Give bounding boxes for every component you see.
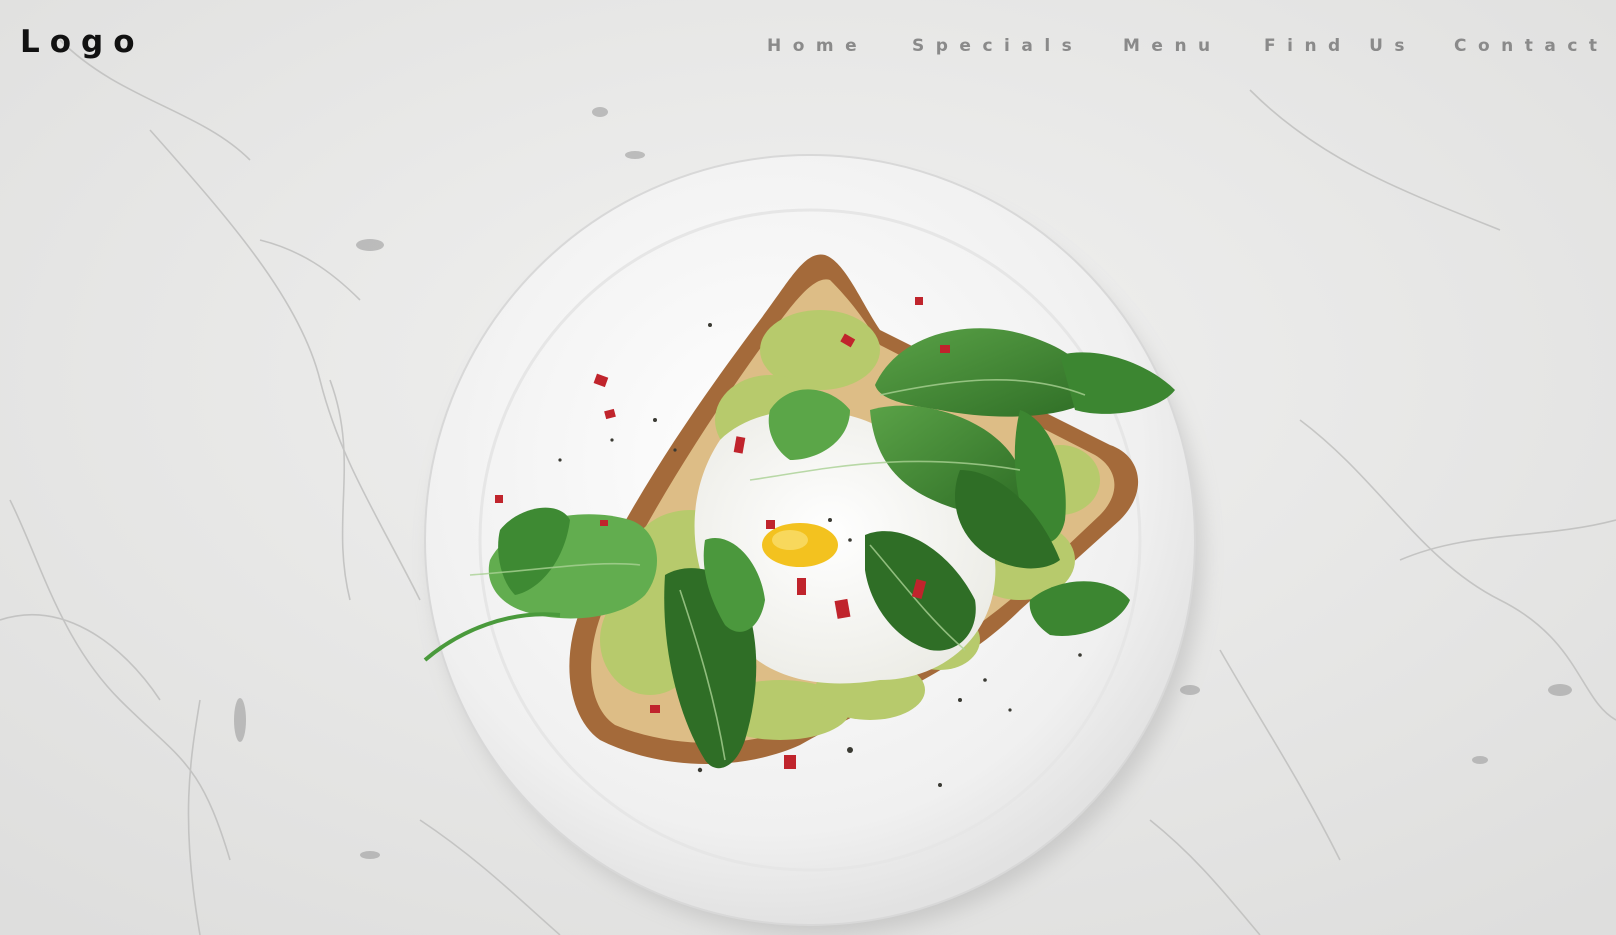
nav-link-contact[interactable]: Contact <box>1454 36 1609 56</box>
nav-link-specials[interactable]: Specials <box>912 36 1083 56</box>
nav-link-menu[interactable]: Menu <box>1123 36 1222 56</box>
top-navbar: Logo Home Specials Menu Find Us Contact <box>0 0 1616 95</box>
main-nav: Home Specials Menu Find Us Contact <box>0 36 1616 60</box>
nav-link-home[interactable]: Home <box>767 36 868 56</box>
nav-link-find-us[interactable]: Find Us <box>1264 36 1416 56</box>
hero-photo-svg <box>0 0 1616 935</box>
hero-image <box>0 0 1616 935</box>
